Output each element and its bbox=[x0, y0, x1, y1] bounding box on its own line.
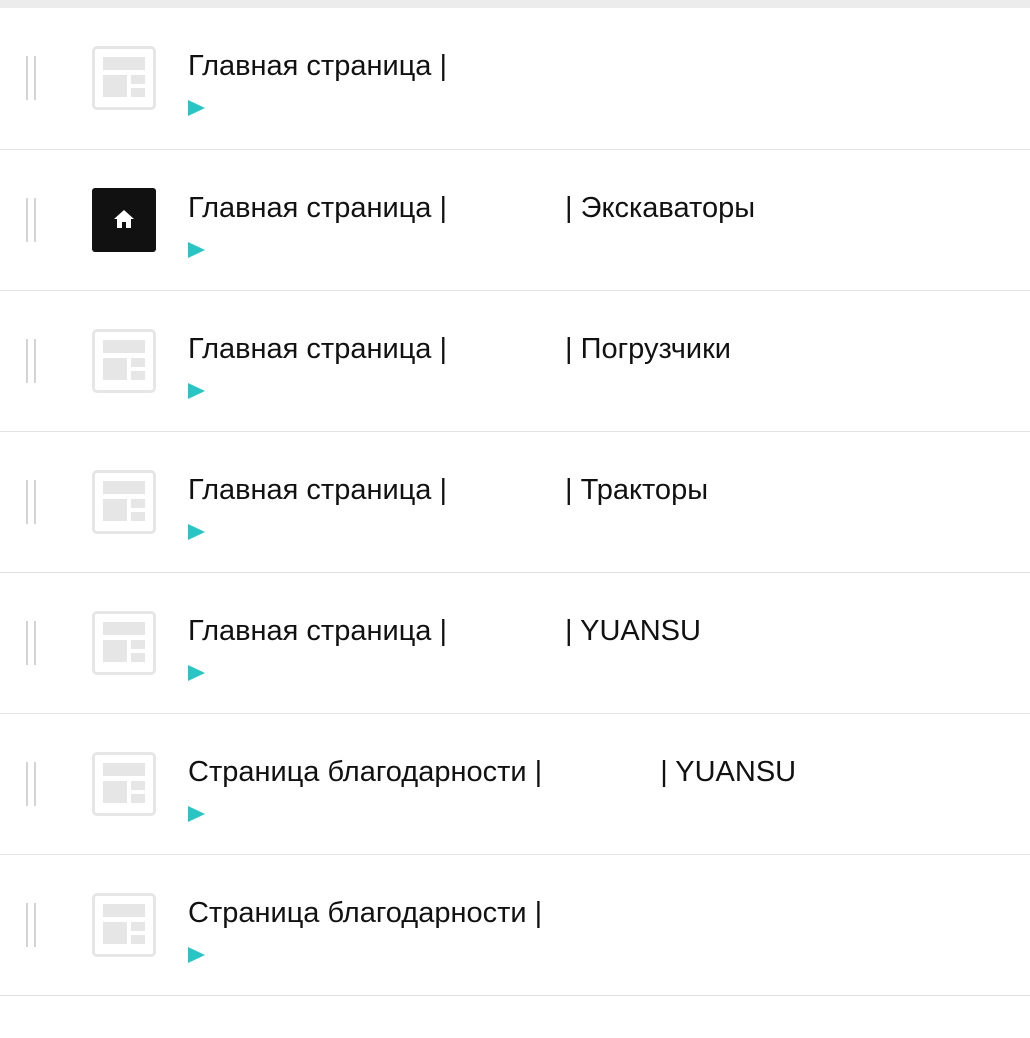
page-row[interactable]: Главная страница | | Тракторы bbox=[0, 432, 1030, 573]
page-title-suffix: | YUANSU bbox=[565, 615, 701, 647]
page-row[interactable]: Страница благодарности | bbox=[0, 855, 1030, 996]
page-title-main: Главная страница | bbox=[188, 192, 448, 224]
page-row[interactable]: Главная страница | | Экскаваторы bbox=[0, 150, 1030, 291]
page-title-main: Страница благодарности | bbox=[188, 756, 543, 788]
page-title[interactable]: Главная страница | | Экскаваторы bbox=[188, 190, 755, 226]
play-icon[interactable] bbox=[188, 383, 205, 399]
page-row[interactable]: Главная страница | bbox=[0, 8, 1030, 150]
page-title-suffix: | Погрузчики bbox=[565, 333, 732, 365]
page-title-main: Главная страница | bbox=[188, 50, 448, 82]
page-title[interactable]: Страница благодарности | bbox=[188, 895, 542, 931]
drag-handle-icon[interactable] bbox=[26, 56, 38, 100]
page-thumbnail-icon[interactable] bbox=[92, 470, 156, 534]
page-thumbnail-icon[interactable] bbox=[92, 46, 156, 110]
top-bar bbox=[0, 0, 1030, 8]
page-row[interactable]: Страница благодарности | | YUANSU bbox=[0, 714, 1030, 855]
page-title-main: Страница благодарности | bbox=[188, 897, 543, 929]
play-icon[interactable] bbox=[188, 524, 205, 540]
page-title[interactable]: Главная страница | | Тракторы bbox=[188, 472, 708, 508]
page-title-main: Главная страница | bbox=[188, 333, 448, 365]
home-icon[interactable] bbox=[92, 188, 156, 252]
page-title[interactable]: Главная страница | | YUANSU bbox=[188, 613, 701, 649]
play-icon[interactable] bbox=[188, 947, 205, 963]
page-row[interactable]: Главная страница | | YUANSU bbox=[0, 573, 1030, 714]
page-title[interactable]: Страница благодарности | | YUANSU bbox=[188, 754, 796, 790]
page-thumbnail-icon[interactable] bbox=[92, 611, 156, 675]
play-icon[interactable] bbox=[188, 242, 205, 258]
page-thumbnail-icon[interactable] bbox=[92, 329, 156, 393]
page-title-suffix: | Экскаваторы bbox=[565, 192, 756, 224]
drag-handle-icon[interactable] bbox=[26, 621, 38, 665]
play-icon[interactable] bbox=[188, 806, 205, 822]
page-row[interactable]: Главная страница | | Погрузчики bbox=[0, 291, 1030, 432]
drag-handle-icon[interactable] bbox=[26, 480, 38, 524]
page-list: Главная страница | Главная страница | | Э… bbox=[0, 8, 1030, 996]
drag-handle-icon[interactable] bbox=[26, 762, 38, 806]
page-thumbnail-icon[interactable] bbox=[92, 752, 156, 816]
page-title-main: Главная страница | bbox=[188, 615, 448, 647]
play-icon[interactable] bbox=[188, 100, 205, 116]
page-title[interactable]: Главная страница | | Погрузчики bbox=[188, 331, 731, 367]
page-title[interactable]: Главная страница | bbox=[188, 48, 447, 84]
drag-handle-icon[interactable] bbox=[26, 198, 38, 242]
drag-handle-icon[interactable] bbox=[26, 903, 38, 947]
page-title-suffix: | YUANSU bbox=[660, 756, 797, 788]
page-title-main: Главная страница | bbox=[188, 474, 448, 506]
page-title-suffix: | Тракторы bbox=[565, 474, 709, 506]
drag-handle-icon[interactable] bbox=[26, 339, 38, 383]
page-thumbnail-icon[interactable] bbox=[92, 893, 156, 957]
play-icon[interactable] bbox=[188, 665, 205, 681]
